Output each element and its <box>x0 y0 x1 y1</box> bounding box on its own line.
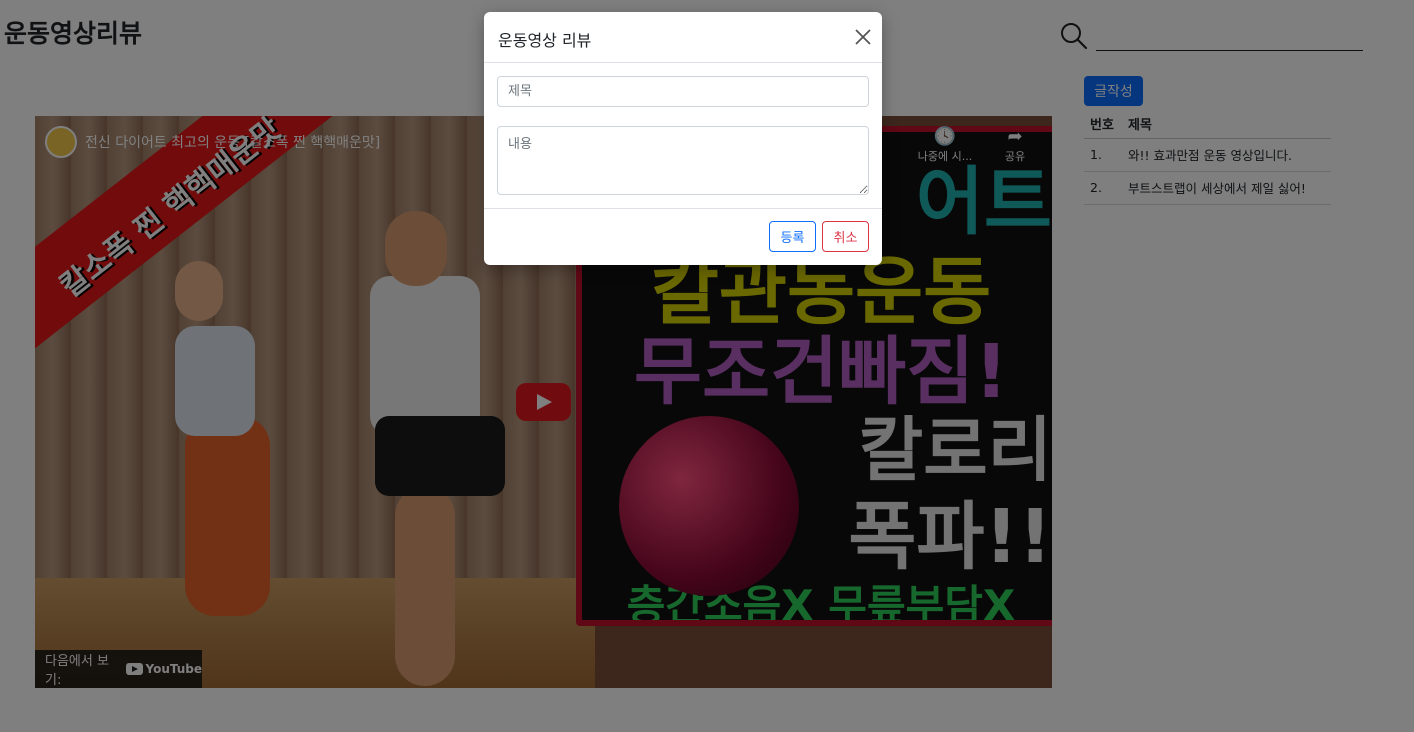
title-input[interactable] <box>497 76 869 107</box>
cancel-button[interactable]: 취소 <box>822 221 869 252</box>
close-button[interactable] <box>852 26 874 48</box>
submit-button[interactable]: 등록 <box>769 221 816 252</box>
modal-body <box>484 63 882 209</box>
page: 운동영상리뷰 글작성 번호 제목 1. 와!! 효과만점 운동 영상입니다. 2… <box>0 0 1414 732</box>
close-icon <box>855 29 871 45</box>
review-modal: 운동영상 리뷰 등록 취소 <box>484 12 882 265</box>
modal-title: 운동영상 리뷰 <box>498 31 592 50</box>
content-textarea[interactable] <box>497 126 869 195</box>
modal-header: 운동영상 리뷰 <box>484 12 882 63</box>
